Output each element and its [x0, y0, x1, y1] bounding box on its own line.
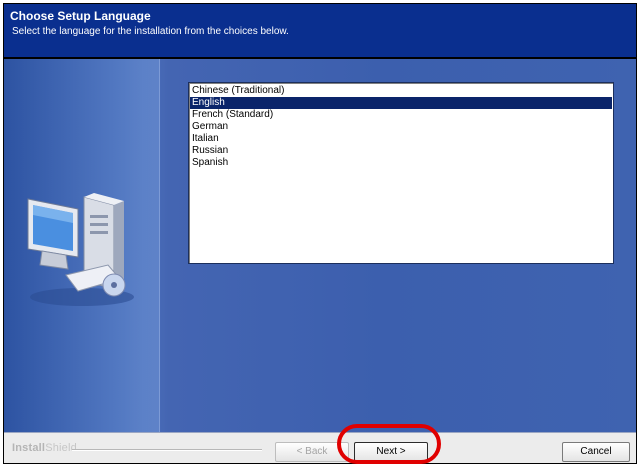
language-option[interactable]: French (Standard)	[190, 109, 612, 121]
brand-light: Shield	[45, 442, 77, 454]
footer-divider	[72, 449, 262, 451]
brand-bold: Install	[12, 442, 46, 454]
language-option[interactable]: Spanish	[190, 157, 612, 169]
dialog-body: Chinese (Traditional) English French (St…	[4, 59, 636, 432]
side-divider	[159, 59, 160, 432]
computer-icon	[27, 193, 134, 306]
cancel-button[interactable]: Cancel	[562, 442, 630, 462]
page-subtitle: Select the language for the installation…	[12, 26, 289, 37]
language-listbox[interactable]: Chinese (Traditional) English French (St…	[188, 82, 614, 264]
language-option[interactable]: Italian	[190, 133, 612, 145]
page-title: Choose Setup Language	[10, 9, 151, 23]
installshield-logo: InstallShield	[12, 442, 77, 454]
dialog-header: Choose Setup Language Select the languag…	[4, 4, 636, 59]
language-option[interactable]: German	[190, 121, 612, 133]
next-button-highlight-ring	[337, 424, 441, 464]
language-option[interactable]: Russian	[190, 145, 612, 157]
dialog-footer: InstallShield < Back Next > Cancel	[4, 432, 636, 463]
language-option-selected[interactable]: English	[190, 97, 612, 109]
language-option[interactable]: Chinese (Traditional)	[190, 85, 612, 97]
setup-dialog: Choose Setup Language Select the languag…	[3, 3, 637, 464]
